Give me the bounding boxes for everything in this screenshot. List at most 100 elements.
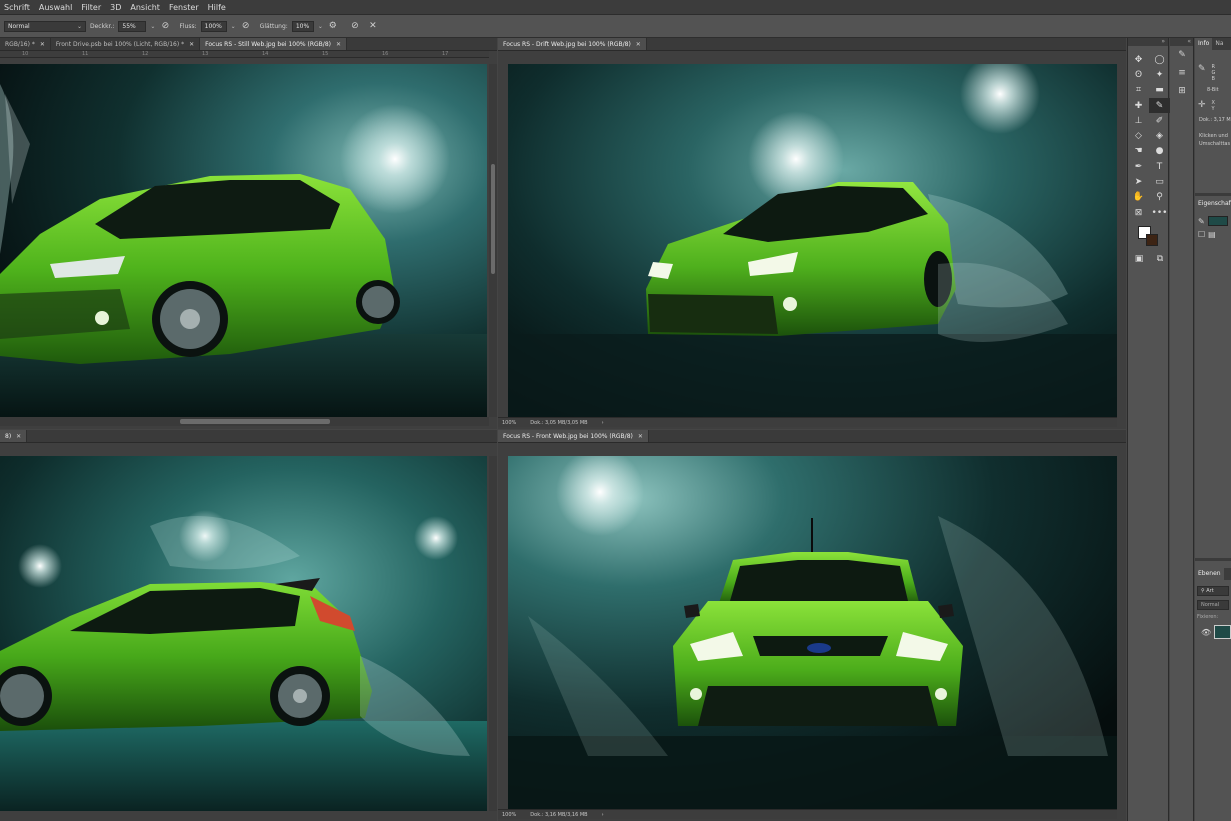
- tab-navigator[interactable]: Na: [1212, 38, 1226, 50]
- gear-icon[interactable]: ⚙: [327, 20, 339, 32]
- clone-stamp-tool-icon[interactable]: ⊥: [1128, 113, 1149, 128]
- history-icon[interactable]: ⊞: [1170, 82, 1194, 100]
- healing-brush-tool-icon[interactable]: ✚: [1128, 98, 1149, 113]
- tab-front-drive[interactable]: Front Drive.psb bei 100% (Licht, RGB/16)…: [51, 38, 201, 50]
- tab-still-web[interactable]: Focus RS - Still Web.jpg bei 100% (RGB/8…: [200, 38, 348, 50]
- color-swatches[interactable]: [1138, 226, 1160, 248]
- pressure-opacity-icon[interactable]: ⊘: [159, 20, 171, 32]
- close-icon[interactable]: ✕: [336, 41, 341, 48]
- menu-schrift[interactable]: Schrift: [4, 3, 30, 12]
- symmetry-icon[interactable]: ✕: [367, 20, 379, 32]
- opacity-value: 55%: [122, 22, 136, 30]
- info-doc-size: Dok.: 3,17 M: [1199, 117, 1231, 123]
- tab-drift-web[interactable]: Focus RS - Drift Web.jpg bei 100% (RGB/8…: [498, 38, 647, 50]
- eyedropper-icon: ✎: [1198, 64, 1206, 74]
- path-selection-tool-icon[interactable]: ➤: [1128, 174, 1149, 189]
- chevron-down-icon[interactable]: ⌄: [150, 23, 155, 30]
- background-color-swatch[interactable]: [1146, 234, 1158, 246]
- chevron-right-icon[interactable]: ›: [602, 812, 604, 818]
- menu-auswahl[interactable]: Auswahl: [39, 3, 72, 12]
- screen-mode-icon[interactable]: ⧉: [1157, 254, 1163, 264]
- hand-tool-icon[interactable]: ✋: [1128, 190, 1149, 205]
- magic-wand-tool-icon[interactable]: ✦: [1149, 67, 1170, 82]
- scroll-thumb[interactable]: [180, 419, 330, 424]
- checkbox-icon[interactable]: ☐: [1198, 230, 1205, 239]
- tab-label: Focus RS - Drift Web.jpg bei 100% (RGB/8…: [503, 40, 631, 48]
- zoom-tool-icon[interactable]: ⚲: [1149, 190, 1170, 205]
- ruler-tick: 11: [82, 51, 89, 57]
- quick-mask-icon[interactable]: ▣: [1135, 254, 1144, 264]
- chevron-right-icon[interactable]: ›: [602, 420, 604, 426]
- chevron-down-icon[interactable]: ⌄: [318, 23, 323, 30]
- marquee-tool-icon[interactable]: ◯: [1149, 52, 1170, 67]
- pen-tool-icon[interactable]: ✒: [1128, 159, 1149, 174]
- move-tool-icon[interactable]: ✥: [1128, 52, 1149, 67]
- airbrush-icon[interactable]: ⊘: [240, 20, 252, 32]
- collapse-icon[interactable]: »: [1128, 38, 1168, 46]
- tab-side-web[interactable]: 8) ✕: [0, 430, 28, 442]
- close-icon[interactable]: ✕: [636, 41, 641, 48]
- close-icon[interactable]: ✕: [189, 41, 194, 48]
- tab-label: Focus RS - Still Web.jpg bei 100% (RGB/8…: [205, 40, 331, 48]
- document-size: Dok.: 3,05 MB/3,05 MB: [530, 419, 588, 426]
- layer-filter-field[interactable]: ⚲ Art: [1197, 586, 1229, 596]
- tab-front-web[interactable]: Focus RS - Front Web.jpg bei 100% (RGB/8…: [498, 430, 649, 442]
- layer-filter-value: Art: [1206, 588, 1214, 594]
- brush-tool-icon[interactable]: ✎: [1149, 97, 1170, 114]
- smudge-tool-icon[interactable]: ☚: [1128, 144, 1149, 159]
- horizontal-ruler: 10 11 12 13 14 15 16 17: [0, 51, 489, 58]
- shape-tool-icon[interactable]: ▭: [1149, 174, 1170, 189]
- vertical-scrollbar[interactable]: [489, 64, 497, 417]
- image-canvas-drift[interactable]: [508, 64, 1117, 417]
- opacity-field[interactable]: 55%: [118, 20, 147, 32]
- tab-bar: Focus RS - Front Web.jpg bei 100% (RGB/8…: [498, 430, 1126, 443]
- dodge-tool-icon[interactable]: ●: [1149, 144, 1170, 159]
- eraser-tool-icon[interactable]: ◇: [1128, 128, 1149, 143]
- panel-icon-strip: « ✎ ≡ ⊞: [1170, 38, 1194, 821]
- crop-tool-icon[interactable]: ⌗: [1128, 83, 1149, 98]
- menu-ansicht[interactable]: Ansicht: [130, 3, 160, 12]
- pressure-size-icon[interactable]: ⊘: [349, 20, 361, 32]
- tab-layers[interactable]: Ebenen: [1195, 568, 1224, 580]
- horizontal-scrollbar[interactable]: [0, 417, 489, 426]
- frame-tool-icon[interactable]: ⊠: [1128, 205, 1149, 220]
- smoothing-field[interactable]: 10%: [291, 20, 314, 32]
- zoom-level[interactable]: 100%: [502, 420, 516, 426]
- adjustments-icon[interactable]: ≡: [1170, 64, 1194, 82]
- panel-divider: [1195, 558, 1231, 561]
- more-tools-icon[interactable]: •••: [1149, 205, 1170, 220]
- close-icon[interactable]: ✕: [16, 433, 21, 440]
- vertical-scrollbar[interactable]: [489, 456, 497, 811]
- blend-mode-select[interactable]: Normal ⌄: [4, 20, 86, 32]
- close-icon[interactable]: ✕: [638, 433, 643, 440]
- collapse-icon[interactable]: «: [1170, 38, 1193, 46]
- close-icon[interactable]: ✕: [40, 41, 45, 48]
- scroll-thumb[interactable]: [491, 164, 495, 274]
- flow-field[interactable]: 100%: [200, 20, 227, 32]
- layers-panel: Ebenen ⚲ Art Normal Fixieren: 👁: [1195, 568, 1231, 821]
- menu-fenster[interactable]: Fenster: [169, 3, 199, 12]
- image-canvas-still[interactable]: [0, 64, 487, 417]
- tab-info[interactable]: Info: [1195, 38, 1213, 50]
- zoom-level[interactable]: 100%: [502, 812, 516, 818]
- history-brush-tool-icon[interactable]: ✐: [1149, 113, 1170, 128]
- menu-filter[interactable]: Filter: [81, 3, 101, 12]
- image-canvas-side[interactable]: [0, 456, 487, 811]
- tab-properties[interactable]: Eigenschaft: [1195, 198, 1231, 210]
- layer-blend-mode-select[interactable]: Normal: [1197, 600, 1229, 610]
- info-panel: Info Na ✎ R G B 8-Bit ✛ X Y Dok.: 3,17 M: [1195, 38, 1231, 188]
- tab-document-1[interactable]: RGB/16) * ✕: [0, 38, 51, 50]
- menu-hilfe[interactable]: Hilfe: [208, 3, 226, 12]
- ruler-tool-icon[interactable]: ▬: [1149, 83, 1170, 98]
- document-pane-top-left: RGB/16) * ✕ Front Drive.psb bei 100% (Lic…: [0, 38, 497, 429]
- chevron-down-icon[interactable]: ⌄: [231, 23, 236, 30]
- paint-bucket-tool-icon[interactable]: ◈: [1149, 128, 1170, 143]
- menu-3d[interactable]: 3D: [110, 3, 121, 12]
- eye-icon[interactable]: 👁: [1201, 628, 1211, 637]
- type-tool-icon[interactable]: T: [1149, 159, 1170, 174]
- image-canvas-front[interactable]: [508, 456, 1117, 809]
- brush-settings-icon[interactable]: ✎: [1170, 46, 1194, 64]
- layer-thumbnail[interactable]: [1214, 625, 1231, 639]
- lasso-tool-icon[interactable]: ʘ: [1128, 67, 1149, 82]
- ruler-tick: 14: [262, 51, 269, 57]
